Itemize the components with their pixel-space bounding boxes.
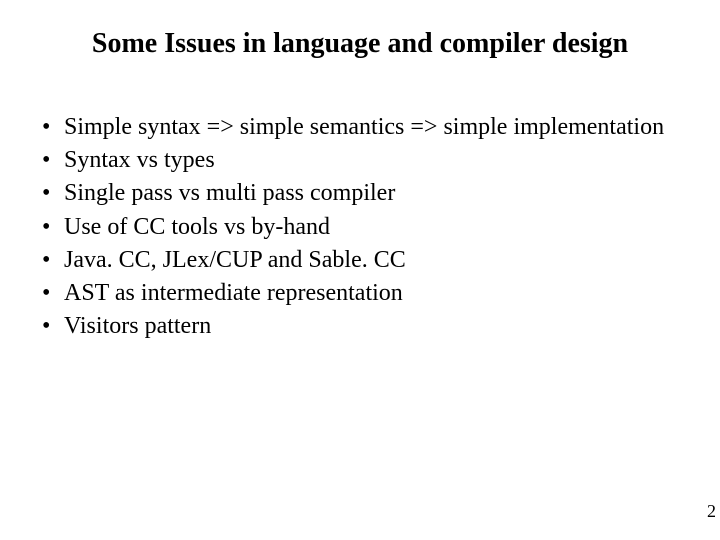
slide-title: Some Issues in language and compiler des… bbox=[30, 28, 690, 60]
page-number: 2 bbox=[707, 501, 716, 522]
list-item: Simple syntax => simple semantics => sim… bbox=[38, 112, 690, 143]
list-item: Visitors pattern bbox=[38, 311, 690, 342]
list-item: AST as intermediate representation bbox=[38, 278, 690, 309]
list-item: Single pass vs multi pass compiler bbox=[38, 178, 690, 209]
slide: Some Issues in language and compiler des… bbox=[0, 0, 720, 540]
list-item: Use of CC tools vs by-hand bbox=[38, 212, 690, 243]
list-item: Syntax vs types bbox=[38, 145, 690, 176]
list-item: Java. CC, JLex/CUP and Sable. CC bbox=[38, 245, 690, 276]
bullet-list: Simple syntax => simple semantics => sim… bbox=[30, 112, 690, 342]
